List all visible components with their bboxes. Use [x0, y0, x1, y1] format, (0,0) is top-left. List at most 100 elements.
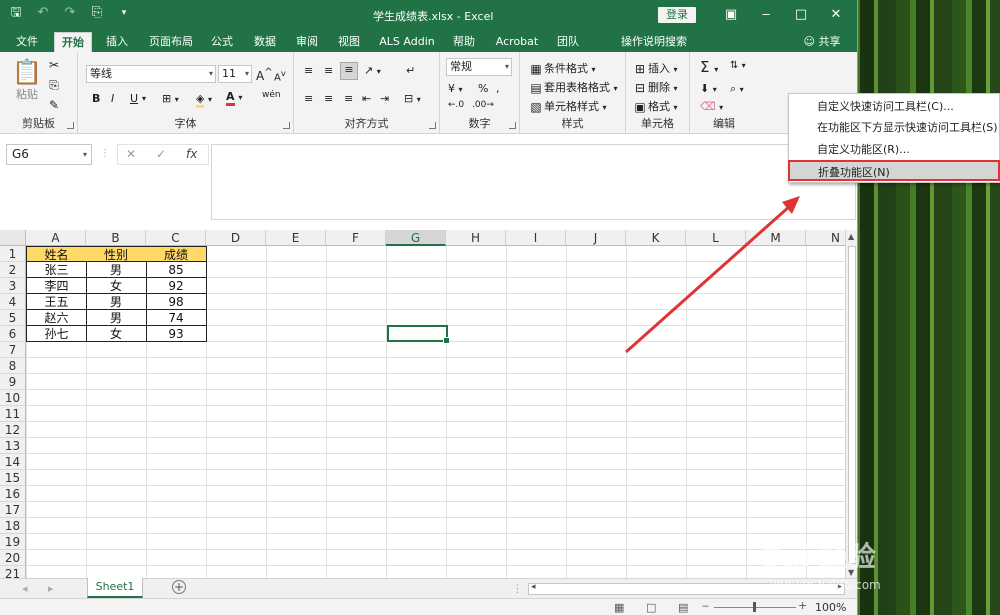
row-header-18[interactable]: 18	[0, 518, 26, 534]
table-header-cell[interactable]: 姓名	[26, 246, 87, 262]
worksheet-grid[interactable]: ABCDEFGHIJKLMN 1 2 3 4 5 6 7 8 9 10 11 12 13 14 15 16 17…	[0, 230, 845, 578]
row-header-9[interactable]: 9	[0, 374, 26, 390]
insert-function-button[interactable]: fx	[186, 145, 197, 164]
vertical-scrollbar[interactable]: ▲ ▼	[845, 230, 857, 578]
row-header-20[interactable]: 20	[0, 550, 26, 566]
decrease-decimal-icon[interactable]: .00→	[472, 100, 494, 110]
table-cell[interactable]: 92	[146, 278, 207, 294]
select-all-corner[interactable]	[0, 230, 26, 246]
column-header-l[interactable]: L	[686, 230, 746, 246]
table-header-cell[interactable]: 成绩	[146, 246, 207, 262]
confirm-entry-icon[interactable]: ✓	[156, 145, 166, 164]
column-header-m[interactable]: M	[746, 230, 806, 246]
page-break-view-icon[interactable]: ▤	[678, 601, 688, 614]
row-header-10[interactable]: 10	[0, 390, 26, 406]
font-name-select[interactable]: 等线 ▾	[86, 65, 216, 83]
clear-icon[interactable]: ⌫ ▾	[700, 100, 723, 113]
phonetic-guide-icon[interactable]: wén	[262, 90, 281, 100]
alignment-launcher-icon[interactable]	[429, 122, 436, 129]
fill-color-icon[interactable]: ◈ ▾	[196, 92, 212, 108]
undo-icon[interactable]: ↶	[35, 5, 51, 21]
clipboard-launcher-icon[interactable]	[67, 122, 74, 129]
tab-acrobat[interactable]: Acrobat	[491, 32, 543, 52]
zoom-out-icon[interactable]: ‒	[702, 599, 709, 612]
menu-show-qat-below[interactable]: 在功能区下方显示快速访问工具栏(S)	[789, 117, 1000, 138]
conditional-formatting-button[interactable]: ▦ 条件格式 ▾	[528, 60, 595, 76]
column-header-d[interactable]: D	[206, 230, 266, 246]
decrease-indent-icon[interactable]: ⇤	[362, 92, 371, 105]
table-cell[interactable]: 男	[86, 310, 147, 326]
zoom-in-icon[interactable]: +	[798, 599, 807, 612]
format-cells-button[interactable]: ▣ 格式 ▾	[632, 98, 677, 114]
grow-font-button[interactable]: A^	[256, 67, 273, 83]
paste-button[interactable]: 📋 粘贴	[12, 58, 42, 104]
column-header-b[interactable]: B	[86, 230, 146, 246]
maximize-icon[interactable]: □	[792, 6, 810, 24]
format-painter-icon[interactable]: ✎	[46, 98, 62, 112]
minimize-icon[interactable]: ‒	[757, 6, 775, 24]
row-header-21[interactable]: 21	[0, 566, 26, 578]
percent-button[interactable]: %	[478, 82, 488, 95]
vertical-scroll-thumb[interactable]	[848, 246, 856, 564]
tab-help[interactable]: 帮助	[447, 32, 481, 52]
row-header-16[interactable]: 16	[0, 486, 26, 502]
align-right-icon[interactable]: ≡	[344, 92, 353, 105]
sheet-tab-sheet1[interactable]: Sheet1	[87, 578, 143, 598]
row-header-13[interactable]: 13	[0, 438, 26, 454]
align-middle-icon[interactable]: ≡	[324, 64, 333, 77]
share-button[interactable]: ☺ 共享	[800, 32, 844, 52]
merge-center-icon[interactable]: ⊟ ▾	[404, 92, 421, 105]
font-launcher-icon[interactable]	[283, 122, 290, 129]
table-cell[interactable]: 李四	[26, 278, 87, 294]
tab-als-addin[interactable]: ALS Addin	[376, 32, 438, 52]
number-format-select[interactable]: 常规 ▾	[446, 58, 512, 76]
row-header-14[interactable]: 14	[0, 454, 26, 470]
row-header-17[interactable]: 17	[0, 502, 26, 518]
shrink-font-button[interactable]: Av	[274, 68, 286, 83]
row-header-1[interactable]: 1	[0, 246, 26, 262]
underline-button[interactable]: U	[130, 92, 138, 105]
column-header-j[interactable]: J	[566, 230, 626, 246]
customize-qat-icon[interactable]: ▾	[116, 5, 132, 21]
align-left-icon[interactable]: ≡	[304, 92, 313, 105]
delete-cells-button[interactable]: ⊟ 删除 ▾	[632, 79, 678, 95]
currency-icon[interactable]: ¥ ▾	[448, 82, 463, 95]
autosum-icon[interactable]: Σ ▾	[700, 58, 718, 76]
formula-input[interactable]	[211, 144, 856, 220]
table-cell[interactable]: 女	[86, 326, 147, 342]
column-header-h[interactable]: H	[446, 230, 506, 246]
table-cell[interactable]: 男	[86, 262, 147, 278]
column-header-i[interactable]: I	[506, 230, 566, 246]
orientation-icon[interactable]: ↗ ▾	[364, 64, 381, 77]
format-as-table-button[interactable]: ▤ 套用表格格式 ▾	[528, 79, 617, 95]
name-box[interactable]: G6 ▾	[6, 144, 92, 165]
find-select-icon[interactable]: ⌕ ▾	[730, 82, 744, 96]
column-header-f[interactable]: F	[326, 230, 386, 246]
tab-insert[interactable]: 插入	[100, 32, 134, 52]
row-header-12[interactable]: 12	[0, 422, 26, 438]
active-cell-g6[interactable]	[387, 325, 450, 344]
copy-format-icon[interactable]: ⎘	[89, 5, 105, 21]
table-cell[interactable]: 85	[146, 262, 207, 278]
tab-page-layout[interactable]: 页面布局	[143, 32, 199, 52]
wrap-text-icon[interactable]: ↵	[406, 64, 415, 77]
table-cell[interactable]: 孙七	[26, 326, 87, 342]
table-header-cell[interactable]: 性别	[86, 246, 147, 262]
row-header-2[interactable]: 2	[0, 262, 26, 278]
scroll-up-icon[interactable]: ▲	[848, 232, 854, 241]
page-layout-view-icon[interactable]: □	[646, 601, 656, 614]
column-header-g[interactable]: G	[386, 230, 446, 246]
new-sheet-icon[interactable]: +	[172, 580, 186, 594]
tab-home[interactable]: 开始	[54, 32, 92, 52]
table-cell[interactable]: 女	[86, 278, 147, 294]
row-header-7[interactable]: 7	[0, 342, 26, 358]
italic-button[interactable]: I	[111, 92, 114, 105]
fill-icon[interactable]: ⬇ ▾	[700, 82, 717, 95]
cut-icon[interactable]: ✂	[46, 58, 62, 72]
table-cell[interactable]: 赵六	[26, 310, 87, 326]
column-header-e[interactable]: E	[266, 230, 326, 246]
row-header-8[interactable]: 8	[0, 358, 26, 374]
tab-formulas[interactable]: 公式	[205, 32, 239, 52]
underline-dropdown-icon[interactable]: ▾	[142, 94, 146, 103]
borders-icon[interactable]: ⊞ ▾	[162, 92, 179, 105]
